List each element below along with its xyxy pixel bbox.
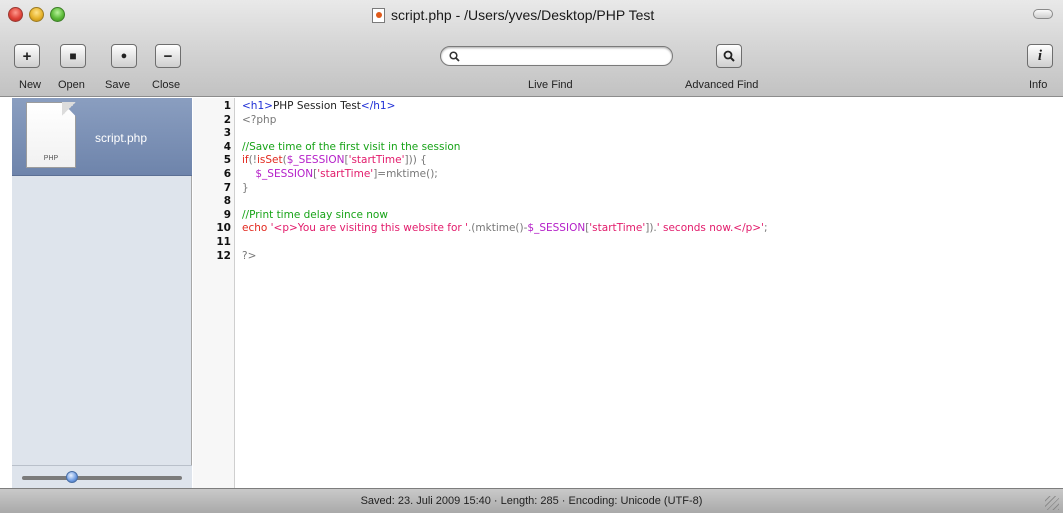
line-number: 4 (223, 140, 231, 153)
code-line[interactable]: 5 if(!isSet($_SESSION['startTime'])) { (193, 154, 1063, 167)
code-line[interactable]: 6 $_SESSION['startTime']=mktime(); (193, 168, 1063, 181)
sidebar-item-script-php[interactable]: PHP script.php (12, 98, 192, 176)
php-file-icon: PHP (26, 102, 76, 168)
window-title-text: script.php - /Users/yves/Desktop/PHP Tes… (391, 7, 655, 23)
code-text[interactable]: } (242, 182, 249, 195)
line-number: 6 (223, 168, 231, 180)
save-label: Save (105, 79, 131, 91)
live-find-label: Live Find (528, 79, 573, 91)
new-label: New (19, 79, 42, 91)
advanced-find-button[interactable] (716, 44, 742, 68)
status-bar: Saved: 23. Juli 2009 15:40 · Length: 285… (0, 488, 1063, 513)
code-text[interactable]: if(!isSet($_SESSION['startTime'])) { (242, 154, 427, 167)
resize-grip[interactable] (1045, 496, 1059, 510)
sidebar-item-label: script.php (95, 131, 148, 145)
minimize-window-button[interactable] (29, 7, 44, 22)
save-button[interactable]: ● (111, 44, 137, 68)
line-number: 10 (216, 222, 231, 235)
line-number: 11 (216, 236, 231, 248)
code-line[interactable]: 1 <h1>PHP Session Test</h1> (193, 100, 1063, 113)
slider-knob[interactable] (66, 471, 78, 483)
thumbnail-size-slider[interactable] (22, 476, 182, 480)
close-window-button[interactable] (8, 7, 23, 22)
plus-icon: + (22, 47, 32, 65)
dot-icon: ● (120, 50, 128, 62)
close-button[interactable]: − (155, 44, 181, 68)
code-line[interactable]: 4 //Save time of the first visit in the s… (193, 141, 1063, 154)
advanced-find-label: Advanced Find (685, 79, 759, 91)
code-line[interactable]: 10 echo '<p>You are visiting this website… (193, 222, 1063, 235)
code-line[interactable]: 2 <?php (193, 114, 1063, 127)
search-icon (449, 50, 460, 62)
line-number: 2 (223, 113, 231, 126)
code-text[interactable]: $_SESSION['startTime']=mktime(); (242, 168, 437, 181)
open-label: Open (58, 79, 85, 91)
line-number: 3 (223, 127, 231, 140)
magnifier-icon (723, 50, 735, 62)
line-number: 12 (216, 249, 231, 262)
file-type-label: PHP (43, 155, 59, 162)
new-button[interactable]: + (14, 44, 40, 68)
line-number: 8 (223, 195, 231, 208)
php-document-icon (372, 7, 385, 23)
code-line[interactable]: 3 (193, 127, 1063, 140)
folder-icon: ■ (69, 49, 77, 63)
info-icon: i (1037, 47, 1043, 64)
window-title: script.php - /Users/yves/Desktop/PHP Tes… (372, 5, 654, 25)
line-number: 5 (223, 154, 231, 167)
editor-window: script.php - /Users/yves/Desktop/PHP Tes… (0, 0, 1063, 513)
code-line[interactable]: 12 ?> (193, 250, 1063, 263)
code-line[interactable]: 11 (193, 236, 1063, 249)
file-sidebar: PHP script.php (12, 98, 192, 488)
code-line[interactable]: 8 (193, 195, 1063, 208)
code-text[interactable]: echo '<p>You are visiting this website f… (242, 222, 768, 235)
toolbar: script.php - /Users/yves/Desktop/PHP Tes… (0, 0, 1063, 97)
info-button[interactable]: i (1027, 44, 1053, 68)
code-line[interactable]: 9 //Print time delay since now (193, 209, 1063, 222)
close-label: Close (152, 79, 181, 91)
line-number: 7 (223, 181, 231, 194)
code-line[interactable]: 7} (193, 182, 1063, 195)
line-number: 1 (223, 100, 231, 112)
live-find-field[interactable] (440, 46, 673, 66)
zoom-window-button[interactable] (50, 7, 65, 22)
live-find-input[interactable] (464, 50, 664, 62)
status-text: Saved: 23. Juli 2009 15:40 · Length: 285… (360, 495, 703, 507)
code-text[interactable]: <h1>PHP Session Test</h1> (242, 100, 395, 113)
line-number: 9 (223, 208, 231, 221)
info-label: Info (1029, 79, 1048, 91)
code-editor[interactable]: 1 <h1>PHP Session Test</h1> 2 <?php 3 4 //Save… (193, 98, 1063, 488)
toolbar-toggle-button[interactable] (1033, 9, 1053, 19)
open-button[interactable]: ■ (60, 44, 86, 68)
code-text[interactable]: //Print time delay since now (242, 209, 388, 222)
code-text[interactable]: <?php (242, 114, 276, 127)
sidebar-footer (12, 465, 192, 488)
code-text[interactable]: ?> (242, 250, 256, 263)
minus-icon: − (163, 47, 173, 65)
code-text[interactable]: //Save time of the first visit in the se… (242, 141, 460, 154)
